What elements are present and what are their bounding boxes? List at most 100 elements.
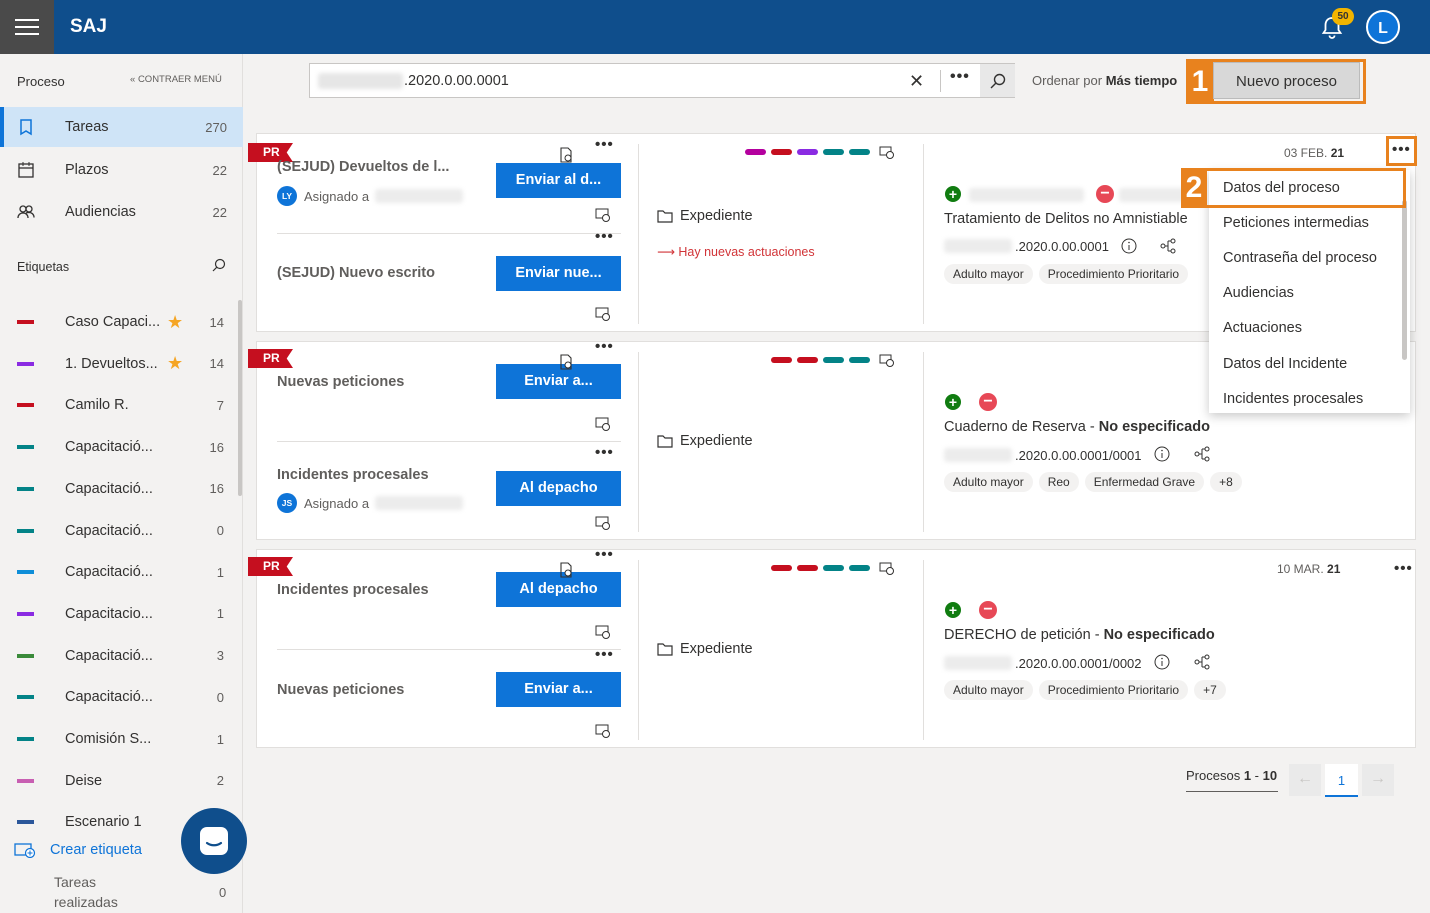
- task-action-button[interactable]: Al depacho: [496, 471, 621, 506]
- remove-circle-icon[interactable]: −: [979, 601, 997, 619]
- task-more-button[interactable]: •••: [595, 547, 614, 562]
- card-more-button[interactable]: •••: [1394, 560, 1413, 577]
- sort-control[interactable]: Ordenar por Más tiempo: [1032, 73, 1177, 88]
- task-title[interactable]: (SEJUD) Nuevo escrito: [277, 265, 435, 281]
- callout-two: 2: [1181, 168, 1406, 208]
- task-more-button[interactable]: •••: [595, 229, 614, 244]
- sidebar-tag-item[interactable]: Capacitacio... 1: [0, 594, 236, 634]
- tag-add-icon[interactable]: [879, 560, 895, 576]
- sidebar-tag-item[interactable]: Caso Capaci... ★ 14: [0, 302, 236, 342]
- task-more-button[interactable]: •••: [595, 445, 614, 460]
- sidebar-item-audiencias[interactable]: Audiencias 22: [0, 192, 243, 232]
- hierarchy-icon[interactable]: [1194, 446, 1210, 462]
- color-tags: [771, 565, 870, 571]
- sidebar-tag-item[interactable]: Capacitació... 1: [0, 552, 236, 592]
- assign-user-icon[interactable]: [595, 416, 611, 432]
- color-tag-bar: [823, 149, 844, 155]
- menu-item-incidentes[interactable]: Incidentes procesales: [1223, 391, 1363, 407]
- search-icon[interactable]: [212, 258, 226, 272]
- add-circle-icon[interactable]: +: [945, 602, 961, 618]
- tag-add-icon[interactable]: [879, 144, 895, 160]
- assign-user-icon[interactable]: [595, 207, 611, 223]
- sidebar-tag-item[interactable]: Deise 2: [0, 761, 236, 801]
- assign-user-icon[interactable]: [595, 515, 611, 531]
- process-title[interactable]: DERECHO de petición - No especificado: [944, 627, 1215, 643]
- sidebar-tag-item[interactable]: Capacitació... 0: [0, 511, 236, 551]
- info-icon[interactable]: [1121, 238, 1137, 254]
- sidebar-scrollbar[interactable]: [238, 300, 242, 496]
- task-action-button[interactable]: Enviar al d...: [496, 163, 621, 198]
- remove-circle-icon[interactable]: −: [1096, 185, 1114, 203]
- create-tag-button[interactable]: Crear etiqueta: [14, 842, 142, 858]
- color-tag-bar: [797, 565, 818, 571]
- sidebar-tag-item[interactable]: 1. Devueltos... ★ 14: [0, 344, 236, 384]
- sidebar-tag-item[interactable]: Capacitació... 16: [0, 427, 236, 467]
- task-action-button[interactable]: Enviar nue...: [496, 256, 621, 291]
- document-clock-icon[interactable]: [558, 354, 574, 370]
- sidebar-tag-item[interactable]: Comisión S... 1: [0, 719, 236, 759]
- new-actions-notice[interactable]: ⟶ Hay nuevas actuaciones: [657, 244, 815, 259]
- search-bar[interactable]: .2020.0.00.0001 ✕ •••: [309, 63, 1015, 98]
- assign-user-icon[interactable]: [595, 723, 611, 739]
- sidebar-item-plazos[interactable]: Plazos 22: [0, 150, 243, 190]
- document-clock-icon[interactable]: [558, 147, 574, 163]
- hierarchy-icon[interactable]: [1160, 238, 1176, 254]
- done-tasks-label[interactable]: Tareas realizadas: [54, 872, 154, 912]
- pill-more[interactable]: +7: [1194, 680, 1226, 700]
- sidebar-tag-item[interactable]: Camilo R. 7: [0, 385, 236, 425]
- document-clock-icon[interactable]: [558, 562, 574, 578]
- sidebar-tag-item[interactable]: Capacitació... 0: [0, 677, 236, 717]
- task-action-button[interactable]: Enviar a...: [496, 672, 621, 707]
- star-icon[interactable]: ★: [167, 312, 183, 333]
- process-title[interactable]: Cuaderno de Reserva - No especificado: [944, 419, 1210, 435]
- menu-item-audiencias[interactable]: Audiencias: [1223, 285, 1294, 301]
- task-title[interactable]: Nuevas peticiones: [277, 682, 404, 698]
- expediente-link[interactable]: Expediente: [657, 208, 753, 224]
- menu-item-actuaciones[interactable]: Actuaciones: [1223, 320, 1302, 336]
- user-avatar[interactable]: L: [1366, 10, 1400, 44]
- menu-scrollbar[interactable]: [1402, 200, 1407, 360]
- menu-item-datos-incidente[interactable]: Datos del Incidente: [1223, 356, 1347, 372]
- task-title[interactable]: Nuevas peticiones: [277, 374, 404, 390]
- current-page-button[interactable]: 1: [1325, 764, 1358, 797]
- tag-add-icon[interactable]: [879, 352, 895, 368]
- sidebar-tag-item[interactable]: Capacitació... 3: [0, 636, 236, 676]
- assign-user-icon[interactable]: [595, 624, 611, 640]
- card-more-button-highlighted[interactable]: •••: [1386, 136, 1417, 166]
- info-icon[interactable]: [1154, 654, 1170, 670]
- add-circle-icon[interactable]: +: [945, 394, 961, 410]
- task-more-button[interactable]: •••: [595, 339, 614, 354]
- chat-button[interactable]: [181, 808, 247, 874]
- hamburger-menu-button[interactable]: [0, 0, 54, 54]
- task-title[interactable]: Incidentes procesales: [277, 467, 429, 483]
- assign-user-icon[interactable]: [595, 306, 611, 322]
- task-title[interactable]: Incidentes procesales: [277, 582, 429, 598]
- new-process-button[interactable]: Nuevo proceso: [1213, 62, 1360, 99]
- remove-circle-icon[interactable]: −: [979, 393, 997, 411]
- hierarchy-icon[interactable]: [1194, 654, 1210, 670]
- task-more-button[interactable]: •••: [595, 137, 614, 152]
- next-page-button[interactable]: →: [1362, 764, 1394, 796]
- task-more-button[interactable]: •••: [595, 647, 614, 662]
- sidebar-section-title: Proceso: [17, 74, 65, 89]
- sidebar-item-tareas[interactable]: Tareas 270: [0, 107, 243, 147]
- menu-item-contrasena[interactable]: Contraseña del proceso: [1223, 250, 1377, 266]
- star-icon[interactable]: ★: [167, 353, 183, 374]
- pill-more[interactable]: +8: [1210, 472, 1242, 492]
- sidebar-tag-item[interactable]: Capacitació... 16: [0, 469, 236, 509]
- search-separator: [940, 70, 941, 92]
- process-title[interactable]: Tratamiento de Delitos no Amnistiable: [944, 211, 1188, 227]
- search-options-button[interactable]: •••: [950, 68, 970, 86]
- info-icon[interactable]: [1154, 446, 1170, 462]
- expediente-link[interactable]: Expediente: [657, 433, 753, 449]
- app-brand[interactable]: SAJ: [70, 16, 107, 38]
- task-title[interactable]: (SEJUD) Devueltos de l...: [277, 159, 449, 175]
- clear-search-icon[interactable]: ✕: [909, 71, 924, 92]
- expediente-link[interactable]: Expediente: [657, 641, 753, 657]
- add-circle-icon[interactable]: +: [945, 186, 961, 202]
- prev-page-button[interactable]: ←: [1289, 764, 1321, 796]
- search-input[interactable]: .2020.0.00.0001: [404, 73, 509, 89]
- collapse-menu-button[interactable]: « CONTRAER MENÚ: [130, 74, 222, 85]
- menu-item-peticiones[interactable]: Peticiones intermedias: [1223, 215, 1369, 231]
- search-button[interactable]: [980, 64, 1015, 97]
